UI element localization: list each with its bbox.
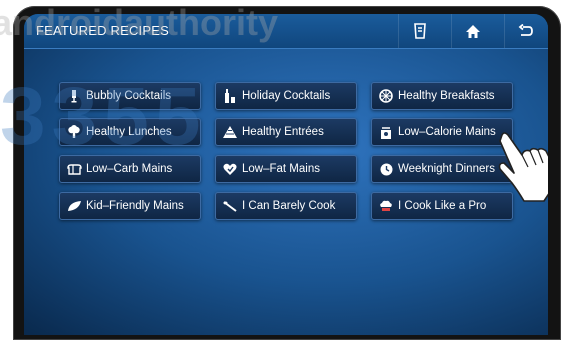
recipe-tile-healthy-entrees[interactable]: Healthy Entrées (215, 118, 357, 146)
recipe-label: Low–Calorie Mains (398, 126, 496, 138)
recipe-tile-low-carb-mains[interactable]: Low–Carb Mains (59, 155, 201, 183)
recipe-tile-healthy-lunches[interactable]: Healthy Lunches (59, 118, 201, 146)
clock-icon (374, 163, 398, 176)
cocktail-glass-icon (62, 89, 86, 103)
recipe-tile-low-fat-mains[interactable]: Low–Fat Mains (215, 155, 357, 183)
header-bar: FEATURED RECIPES (24, 14, 548, 49)
recipe-tile-holiday-cocktails[interactable]: Holiday Cocktails (215, 82, 357, 110)
recipe-label: Healthy Lunches (86, 126, 172, 138)
broccoli-icon (62, 125, 86, 139)
recipe-label: Low–Carb Mains (86, 163, 173, 175)
bread-icon (62, 163, 86, 175)
pyramid-icon (218, 126, 242, 138)
chef-hat-icon (374, 200, 398, 212)
recipe-card-icon (414, 23, 426, 39)
bottles-icon (218, 89, 242, 103)
recipe-label: Low–Fat Mains (242, 163, 320, 175)
recipe-tile-kid-friendly-mains[interactable]: Kid–Friendly Mains (59, 192, 201, 220)
recipe-tile-bubbly-cocktails[interactable]: Bubbly Cocktails (59, 82, 201, 110)
home-button[interactable] (451, 14, 494, 48)
back-button[interactable] (504, 14, 547, 48)
recipe-label: Healthy Entrées (242, 126, 324, 138)
spoon-icon (218, 200, 242, 212)
grapefruit-icon (374, 89, 398, 103)
recipe-label: I Cook Like a Pro (398, 200, 487, 212)
recipe-label: I Can Barely Cook (242, 200, 336, 212)
page-title: FEATURED RECIPES (36, 23, 169, 38)
recipe-tile-healthy-breakfasts[interactable]: Healthy Breakfasts (371, 82, 513, 110)
pointing-hand-icon (498, 132, 548, 202)
recipe-label: Weeknight Dinners (398, 163, 495, 175)
scale-icon (374, 125, 398, 139)
back-arrow-icon (518, 24, 533, 36)
recipe-label: Kid–Friendly Mains (86, 200, 184, 212)
recipe-tile-i-can-barely-cook[interactable]: I Can Barely Cook (215, 192, 357, 220)
recipe-label: Bubbly Cocktails (86, 90, 172, 102)
recipe-tile-low-calorie-mains[interactable]: Low–Calorie Mains (371, 118, 513, 146)
recipe-tile-weeknight-dinners[interactable]: Weeknight Dinners (371, 155, 513, 183)
heart-icon (218, 163, 242, 176)
recipe-tile-i-cook-like-a-pro[interactable]: I Cook Like a Pro (371, 192, 513, 220)
screen: FEATURED RECIPES Bubbly Cocktails Holida… (24, 14, 548, 335)
recipe-label: Healthy Breakfasts (398, 90, 495, 102)
home-icon (466, 24, 480, 38)
leaf-icon (62, 200, 86, 212)
recipe-label: Holiday Cocktails (242, 90, 331, 102)
recipe-card-button[interactable] (398, 14, 441, 48)
